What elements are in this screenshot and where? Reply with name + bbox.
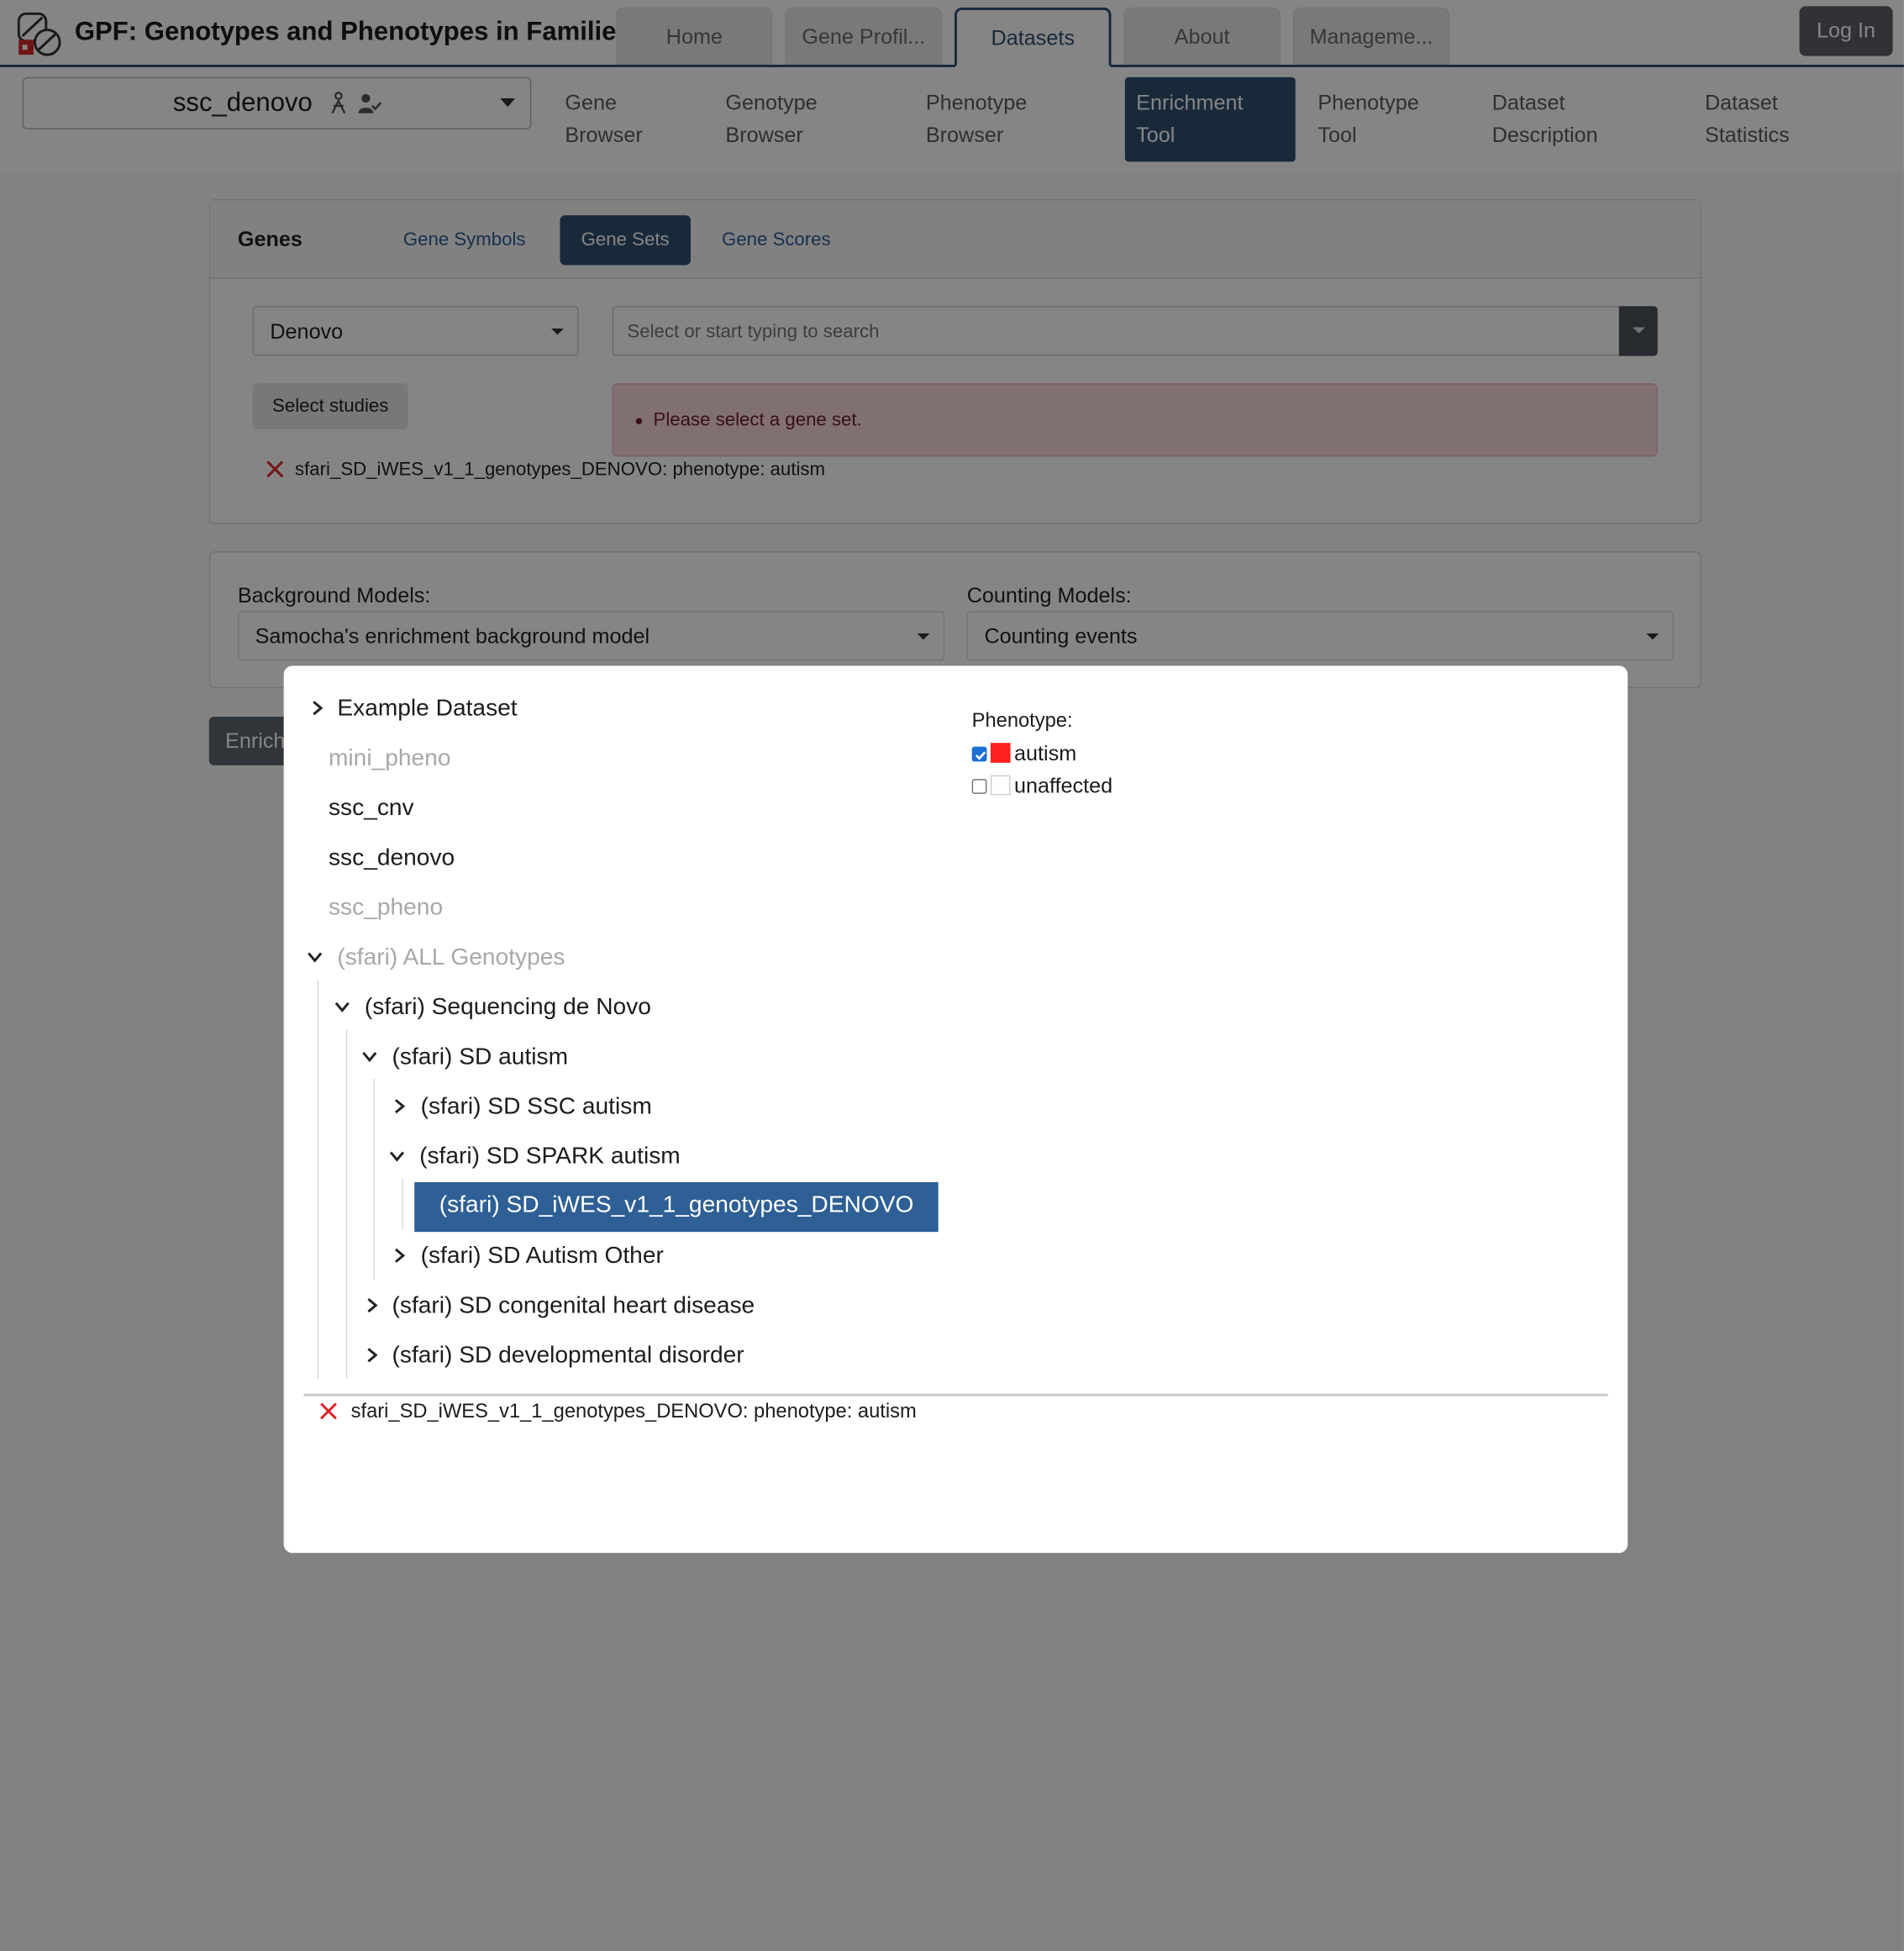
study-selector-modal: Example Dataset mini_pheno ssc_cnv ssc_d… xyxy=(283,665,1628,1554)
autism-color-swatch xyxy=(990,743,1011,763)
tree-item-ssc-denovo[interactable]: ssc_denovo xyxy=(329,844,455,874)
phenotype-label: Phenotype: xyxy=(971,710,1073,732)
phenotype-option-autism[interactable]: autism xyxy=(971,742,1076,767)
chevron-down-icon[interactable] xyxy=(334,998,351,1016)
tree-item-sd-spark-autism[interactable]: (sfari) SD SPARK autism xyxy=(388,1143,681,1173)
tree-item-sd-congenital-heart-disease[interactable]: (sfari) SD congenital heart disease xyxy=(363,1291,755,1322)
chevron-right-icon[interactable] xyxy=(391,1097,408,1115)
chevron-right-icon[interactable] xyxy=(308,699,326,717)
tree-item-sequencing-de-novo[interactable]: (sfari) Sequencing de Novo xyxy=(334,993,651,1023)
tree-item-ssc-cnv[interactable]: ssc_cnv xyxy=(329,794,414,824)
unaffected-color-swatch xyxy=(990,775,1011,796)
remove-icon[interactable] xyxy=(318,1401,339,1422)
tree-item-sfari-all-genotypes[interactable]: (sfari) ALL Genotypes xyxy=(306,944,565,974)
unaffected-checkbox[interactable] xyxy=(971,779,987,794)
tree-item-sd-autism[interactable]: (sfari) SD autism xyxy=(360,1043,568,1073)
tree-item-example-dataset[interactable]: Example Dataset xyxy=(308,694,518,724)
divider xyxy=(303,1393,1608,1396)
modal-study-filter-item: sfari_SD_iWES_v1_1_genotypes_DENOVO: phe… xyxy=(318,1401,917,1424)
phenotype-option-unaffected[interactable]: unaffected xyxy=(971,774,1112,799)
tree-item-ssc-pheno: ssc_pheno xyxy=(328,894,444,921)
tree-item-sd-developmental-disorder[interactable]: (sfari) SD developmental disorder xyxy=(363,1342,744,1372)
chevron-down-icon[interactable] xyxy=(360,1048,378,1065)
tree-item-sd-ssc-autism[interactable]: (sfari) SD SSC autism xyxy=(391,1092,652,1123)
tree-item-sd-iwes-genotypes-denovo[interactable]: (sfari) SD_iWES_v1_1_genotypes_DENOVO xyxy=(414,1181,939,1233)
autism-checkbox[interactable] xyxy=(971,746,987,762)
chevron-down-icon[interactable] xyxy=(388,1147,406,1165)
chevron-down-icon[interactable] xyxy=(306,949,323,966)
chevron-right-icon[interactable] xyxy=(363,1346,381,1364)
tree-item-sd-autism-other[interactable]: (sfari) SD Autism Other xyxy=(391,1242,664,1272)
chevron-right-icon[interactable] xyxy=(363,1296,381,1314)
tree-item-mini-pheno: mini_pheno xyxy=(328,745,451,772)
chevron-right-icon[interactable] xyxy=(391,1247,408,1265)
modal-study-filter-text: sfari_SD_iWES_v1_1_genotypes_DENOVO: phe… xyxy=(350,1401,917,1422)
